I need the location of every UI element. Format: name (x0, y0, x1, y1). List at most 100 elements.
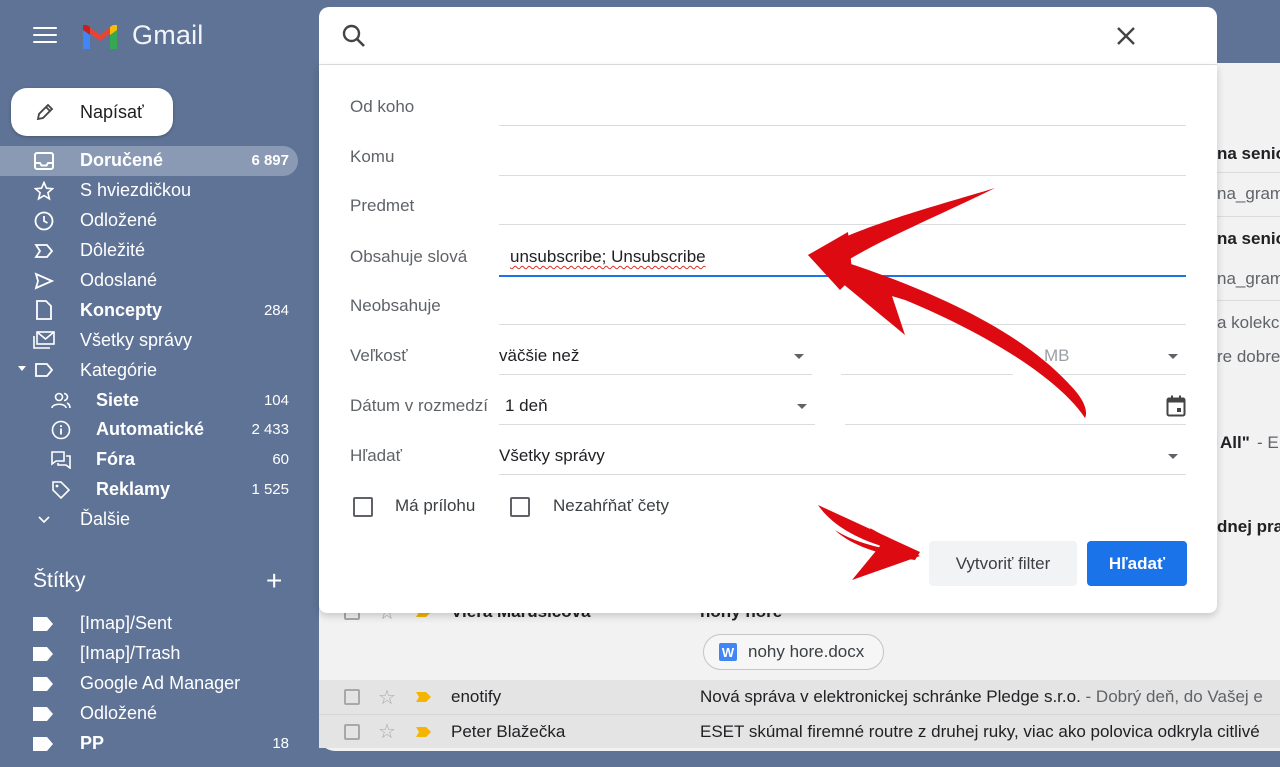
nav-count: 284 (263, 301, 289, 319)
add-label-button[interactable]: + (266, 567, 282, 595)
size-row: Veľkosť väčšie než MB (319, 336, 1217, 376)
pencil-icon (36, 103, 54, 121)
nav-label: Siete (96, 389, 140, 410)
field-underline (499, 424, 815, 425)
labels-heading: Štítky (33, 569, 86, 592)
promo-tag-icon (50, 479, 72, 501)
nav-item-updates[interactable]: Automatické 2 433 (0, 415, 298, 445)
label-tag-icon (33, 736, 53, 751)
row-checkbox[interactable] (344, 723, 360, 740)
field-underline (499, 374, 812, 375)
nav-item-important[interactable]: Dôležité (0, 236, 298, 266)
compose-label: Napísať (80, 101, 144, 122)
expand-caret-icon[interactable] (18, 366, 26, 372)
has-attachment-checkbox[interactable] (353, 497, 373, 517)
size-unit-select[interactable]: MB (1044, 336, 1186, 376)
nav-item-snoozed[interactable]: Odložené (0, 206, 298, 236)
search-icon[interactable] (341, 23, 367, 49)
important-marker-icon[interactable] (416, 727, 431, 737)
mail-subject: ESET skúmal firemné routre z druhej ruky… (700, 721, 1260, 741)
mail-snippet-fragment: a kolekci (1217, 313, 1280, 332)
nav-label: Dôležité (80, 240, 146, 261)
field-label: Dátum v rozmedzí (350, 396, 488, 415)
date-range-select[interactable]: 1 deň (499, 386, 815, 426)
exclude-chats-checkbox[interactable] (510, 497, 530, 517)
nav-item-drafts[interactable]: Koncepty 284 (0, 295, 298, 325)
field-underline (499, 224, 1186, 225)
all-mail-icon (33, 329, 55, 351)
search-button[interactable]: Hľadať (1087, 541, 1187, 586)
nav-label: Ďalšie (80, 509, 131, 530)
nav-item-social[interactable]: Siete 104 (0, 385, 298, 415)
mail-row[interactable]: ☆ enotify Nová správa v elektronickej sc… (319, 680, 1280, 714)
row-checkbox[interactable] (344, 689, 360, 705)
nav-label: Koncepty (80, 299, 163, 320)
from-field[interactable]: Od koho (319, 87, 1217, 127)
search-in-select[interactable]: Všetky správy (499, 436, 1186, 476)
label-tag-icon (33, 706, 53, 721)
select-value: 1 deň (505, 396, 548, 415)
label-item[interactable]: Google Ad Manager (0, 669, 318, 699)
advanced-search-panel: Od koho Komu Predmet Obsahuje slová unsu… (319, 65, 1217, 613)
nav-item-sent[interactable]: Odoslané (0, 266, 298, 296)
draft-icon (33, 299, 55, 321)
dropdown-arrow-icon (1168, 454, 1178, 459)
nav-item-more[interactable]: Ďalšie (0, 505, 298, 535)
forum-icon (50, 449, 72, 471)
nav-label: S hviezdičkou (80, 180, 192, 201)
field-underline (845, 424, 1186, 425)
mail-row[interactable]: ☆ Peter Blažečka ESET skúmal firemné rou… (319, 714, 1280, 748)
label-item[interactable]: Odložené (0, 699, 318, 729)
calendar-icon[interactable] (1166, 395, 1186, 417)
date-row: Dátum v rozmedzí 1 deň (319, 386, 1217, 426)
mail-subject-fragment: All" (1220, 433, 1250, 452)
star-icon[interactable]: ☆ (378, 685, 396, 710)
field-label: Predmet (350, 196, 415, 215)
mail-subject-line: Nová správa v elektronickej schránke Ple… (700, 687, 1263, 707)
nav-item-starred[interactable]: S hviezdičkou (0, 176, 298, 206)
nav-item-all-mail[interactable]: Všetky správy (0, 325, 298, 355)
label-tag-icon (33, 676, 53, 691)
nav-label: Odoslané (80, 270, 158, 290)
size-value-input[interactable] (841, 336, 1013, 376)
attachment-chip[interactable]: W nohy hore.docx (703, 634, 884, 670)
info-icon (50, 419, 72, 441)
field-underline (1044, 374, 1186, 375)
row-divider (1217, 172, 1280, 173)
label-item[interactable]: [Imap]/Sent (0, 609, 318, 639)
has-words-field[interactable]: Obsahuje slová unsubscribe; Unsubscribe (319, 237, 1217, 277)
nav-label: Automatické (96, 419, 205, 440)
has-attachment-label: Má prílohu (395, 496, 476, 515)
doesnt-have-field[interactable]: Neobsahuje (319, 286, 1217, 326)
create-filter-button[interactable]: Vytvoriť filter (929, 541, 1077, 586)
select-value: Všetky správy (499, 446, 605, 465)
star-icon[interactable]: ☆ (378, 719, 396, 744)
mail-subject-fragment: dnej pra (1217, 517, 1280, 536)
important-marker-icon[interactable] (416, 692, 431, 702)
main-menu-icon[interactable] (33, 27, 57, 47)
field-label: Od koho (350, 97, 415, 116)
field-underline (499, 175, 1186, 176)
mail-snippet-fragment: re dobre (1217, 347, 1280, 366)
nav-count: 104 (263, 391, 289, 409)
nav-item-promotions[interactable]: Reklamy 1 525 (0, 475, 298, 505)
label-item[interactable]: [Imap]/Trash (0, 639, 318, 669)
date-input[interactable] (845, 386, 1186, 426)
to-field[interactable]: Komu (319, 137, 1217, 177)
search-bar[interactable] (319, 7, 1217, 65)
inbox-icon (33, 150, 55, 172)
subject-field[interactable]: Predmet (319, 186, 1217, 226)
nav-item-inbox[interactable]: Doručené 6 897 (0, 146, 298, 176)
size-operator-select[interactable]: väčšie než (499, 336, 812, 376)
label-item[interactable]: PP 18 (0, 729, 318, 759)
gmail-logo-icon[interactable] (80, 22, 120, 52)
close-icon[interactable] (1113, 23, 1139, 49)
field-underline (499, 474, 1186, 475)
has-words-input-value[interactable]: unsubscribe; Unsubscribe (510, 247, 706, 267)
compose-button[interactable]: Napísať (11, 88, 173, 136)
search-in-row: Hľadať Všetky správy (319, 436, 1217, 476)
labels-list: [Imap]/Sent [Imap]/Trash Google Ad Manag… (0, 609, 318, 758)
nav-item-forums[interactable]: Fóra 60 (0, 445, 298, 475)
nav-label: Fóra (96, 449, 136, 470)
nav-item-categories[interactable]: Kategórie (0, 355, 298, 385)
